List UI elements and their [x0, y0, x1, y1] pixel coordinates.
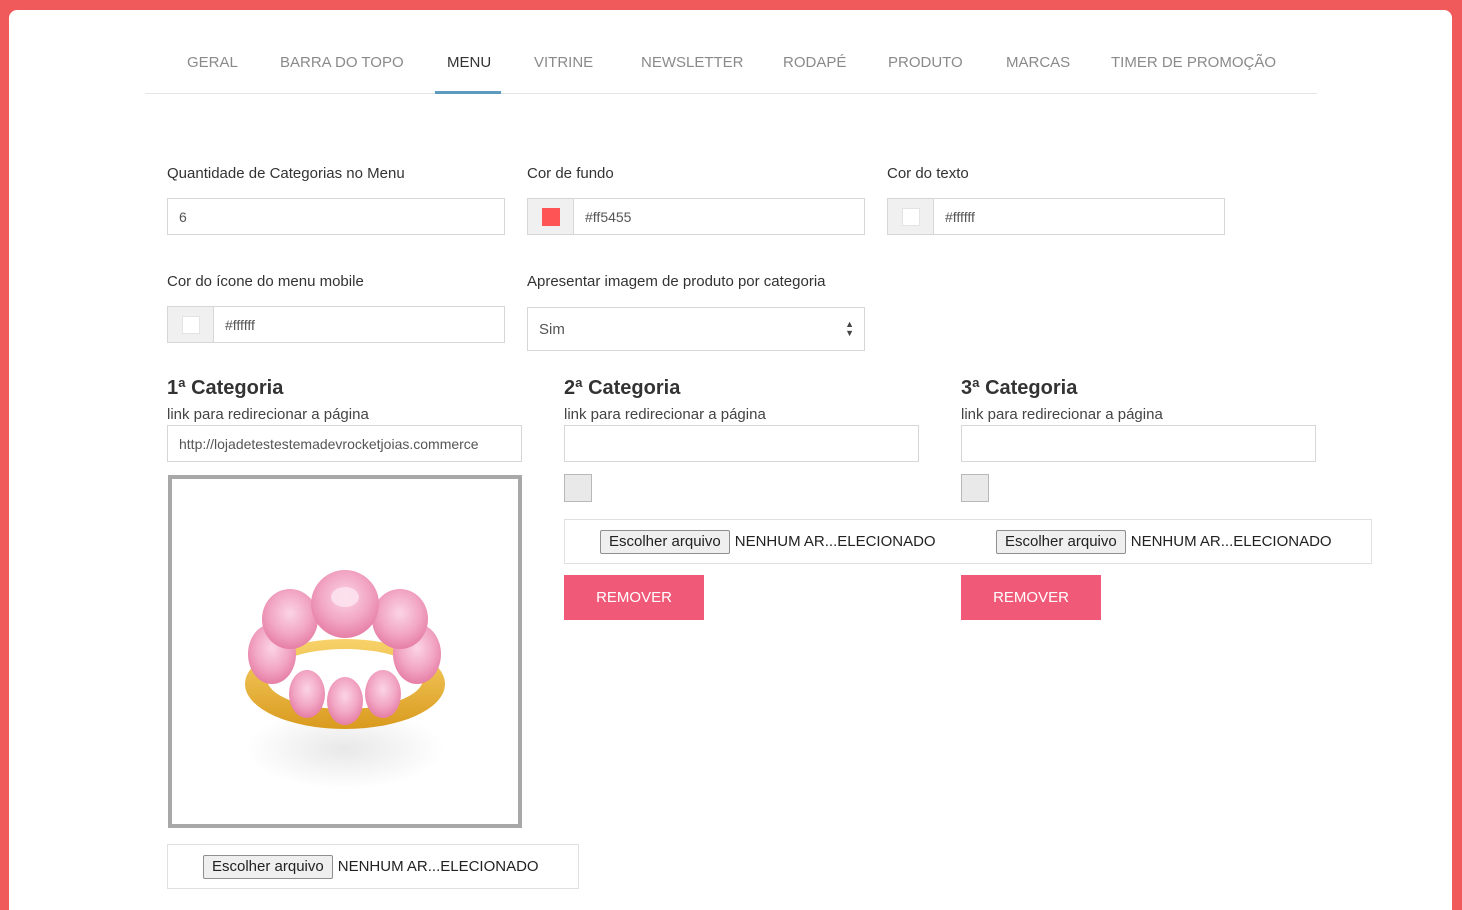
- category-1-file-input[interactable]: Escolher arquivo NENHUM AR...ELECIONADO: [167, 844, 579, 889]
- tab-rodape[interactable]: RODAPÉ: [783, 54, 846, 71]
- text-color-picker[interactable]: [888, 199, 934, 234]
- mobile-icon-color-label: Cor do ícone do menu mobile: [167, 273, 364, 290]
- mobile-icon-color-field[interactable]: #ffffff: [167, 306, 505, 343]
- tab-newsletter[interactable]: NEWSLETTER: [641, 54, 744, 71]
- mobile-icon-color-swatch: [181, 315, 200, 334]
- category-1-choose-file-button[interactable]: Escolher arquivo: [203, 854, 333, 879]
- category-3-link-label: link para redirecionar a página: [961, 406, 1163, 423]
- mobile-icon-color-picker[interactable]: [168, 307, 214, 342]
- category-3-file-input[interactable]: Escolher arquivo NENHUM AR...ELECIONADO: [961, 519, 1372, 564]
- category-3-title: 3ª Categoria: [961, 377, 1078, 399]
- category-3-remove-button[interactable]: REMOVER: [961, 575, 1101, 620]
- category-1-link-value: http://lojadetestestemadevrocketjoias.co…: [179, 435, 479, 452]
- bg-color-picker[interactable]: [528, 199, 574, 234]
- category-1-title: 1ª Categoria: [167, 377, 284, 399]
- text-color-label: Cor do texto: [887, 165, 969, 182]
- active-tab-indicator: [435, 91, 501, 94]
- category-2-choose-file-button[interactable]: Escolher arquivo: [600, 529, 730, 554]
- category-3-broken-image-icon: [961, 474, 989, 502]
- bg-color-field[interactable]: #ff5455: [527, 198, 865, 235]
- tab-barra-do-topo[interactable]: BARRA DO TOPO: [280, 54, 404, 71]
- category-2-file-input[interactable]: Escolher arquivo NENHUM AR...ELECIONADO: [564, 519, 962, 564]
- category-1-link-label: link para redirecionar a página: [167, 406, 369, 423]
- category-1-image: [168, 475, 522, 828]
- show-image-label: Apresentar imagem de produto por categor…: [527, 273, 826, 290]
- show-image-selected: Sim: [539, 320, 565, 338]
- category-2-file-name: NENHUM AR...ELECIONADO: [734, 533, 936, 550]
- category-2-remove-button[interactable]: REMOVER: [564, 575, 704, 620]
- ring-product-image: [245, 570, 445, 789]
- qty-label: Quantidade de Categorias no Menu: [167, 165, 405, 182]
- category-3-choose-file-button[interactable]: Escolher arquivo: [996, 529, 1126, 554]
- tab-bar: GERAL BARRA DO TOPO MENU VITRINE NEWSLET…: [145, 10, 1317, 94]
- category-2-link-label: link para redirecionar a página: [564, 406, 766, 423]
- category-2-title: 2ª Categoria: [564, 377, 681, 399]
- category-2-broken-image-icon: [564, 474, 592, 502]
- tab-geral[interactable]: GERAL: [187, 54, 238, 71]
- show-image-select[interactable]: Sim ▲ ▼: [527, 307, 865, 351]
- select-arrows-icon: ▲ ▼: [845, 319, 854, 338]
- category-3-file-name: NENHUM AR...ELECIONADO: [1130, 533, 1332, 550]
- qty-input[interactable]: 6: [167, 198, 505, 235]
- bg-color-swatch: [541, 207, 560, 226]
- tab-produto[interactable]: PRODUTO: [888, 54, 963, 71]
- text-color-swatch: [901, 207, 920, 226]
- settings-panel: GERAL BARRA DO TOPO MENU VITRINE NEWSLET…: [9, 10, 1452, 910]
- tab-menu[interactable]: MENU: [447, 54, 491, 71]
- tab-vitrine[interactable]: VITRINE: [534, 54, 593, 71]
- category-1-file-name: NENHUM AR...ELECIONADO: [337, 858, 539, 875]
- tab-marcas[interactable]: MARCAS: [1006, 54, 1070, 71]
- text-color-field[interactable]: #ffffff: [887, 198, 1225, 235]
- mobile-icon-color-value: #ffffff: [225, 316, 255, 333]
- category-2-link-input[interactable]: [564, 425, 919, 462]
- qty-value: 6: [179, 208, 187, 225]
- bg-color-value: #ff5455: [585, 208, 632, 225]
- tab-timer-de-promocao[interactable]: TIMER DE PROMOÇÃO: [1111, 54, 1276, 71]
- bg-color-label: Cor de fundo: [527, 165, 614, 182]
- text-color-value: #ffffff: [945, 208, 975, 225]
- category-1-link-input[interactable]: http://lojadetestestemadevrocketjoias.co…: [167, 425, 522, 462]
- category-3-link-input[interactable]: [961, 425, 1316, 462]
